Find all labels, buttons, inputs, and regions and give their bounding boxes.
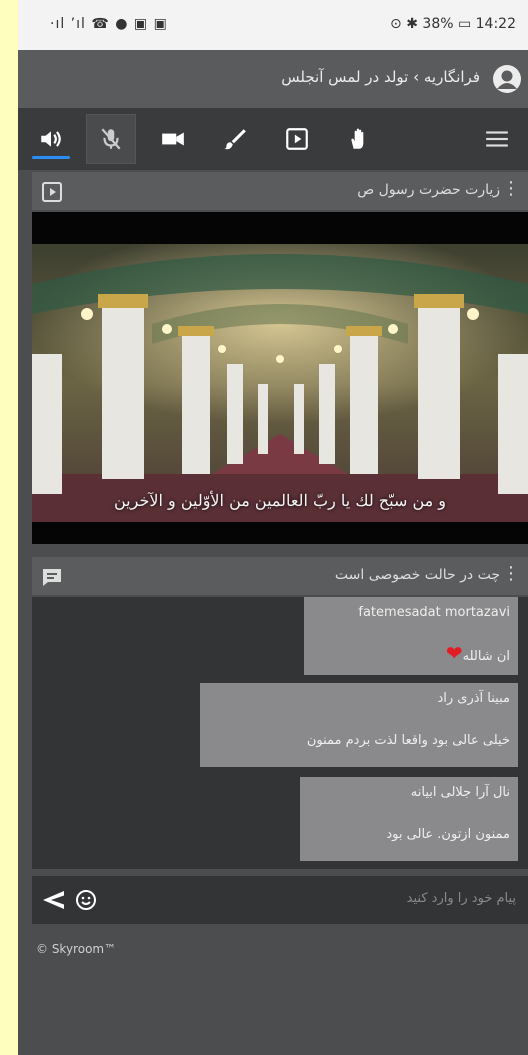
chat-messages[interactable]: fatemesadat mortazavi ان شالله❤ مبینا آذ… bbox=[32, 597, 528, 869]
message-text: ان شالله❤ bbox=[445, 641, 510, 665]
chat-message: نال آرا جلالی ابیانه ممنون ازتون. عالی ب… bbox=[300, 777, 518, 861]
phone-screen: ·ıl ’ıl ☎ ● ▣ ▣ ⊙ ✱ 38% ▭ 14:22 فرانگاری… bbox=[18, 0, 528, 1055]
camera-button[interactable] bbox=[148, 114, 198, 164]
message-sender: نال آرا جلالی ابیانه bbox=[410, 785, 510, 800]
media-panel-icon[interactable] bbox=[40, 180, 64, 204]
send-icon[interactable] bbox=[40, 888, 66, 912]
status-bar: ·ıl ’ıl ☎ ● ▣ ▣ ⊙ ✱ 38% ▭ 14:22 bbox=[18, 0, 528, 50]
emoji-icon[interactable] bbox=[74, 888, 98, 912]
video-panel-header: زیارت حضرت رسول ص ⋮ bbox=[32, 172, 528, 210]
video-player[interactable]: و من سبّح لك يا ربّ العالمين من الأوّلين… bbox=[32, 212, 528, 544]
more-vertical-icon[interactable]: ⋮ bbox=[502, 565, 520, 583]
video-panel-title: زیارت حضرت رسول ص bbox=[357, 182, 500, 198]
message-sender: مبینا آذری راد bbox=[437, 691, 511, 706]
battery-clock: ⊙ ✱ 38% ▭ 14:22 bbox=[390, 16, 516, 32]
mic-button[interactable] bbox=[86, 114, 136, 164]
chat-message: مبینا آذری راد خیلی عالی بود واقعا لذت ب… bbox=[200, 683, 518, 767]
camera-icon bbox=[162, 132, 184, 146]
message-input[interactable]: پیام خود را وارد کنید bbox=[407, 891, 516, 906]
media-button[interactable] bbox=[272, 114, 322, 164]
message-text: خیلی عالی بود واقعا لذت بردم ممنون bbox=[306, 733, 510, 748]
heart-emoji: ❤ bbox=[445, 641, 463, 665]
video-caption: و من سبّح لك يا ربّ العالمين من الأوّلين… bbox=[114, 491, 446, 510]
message-sender: fatemesadat mortazavi bbox=[358, 605, 510, 620]
mic-muted-icon bbox=[101, 128, 121, 150]
chat-compose-bar: پیام خود را وارد کنید bbox=[32, 876, 528, 924]
more-vertical-icon[interactable]: ⋮ bbox=[502, 180, 520, 198]
copyright-text: © Skyroom™ bbox=[36, 942, 117, 956]
chat-message: fatemesadat mortazavi ان شالله❤ bbox=[304, 597, 518, 675]
raise-hand-button[interactable] bbox=[334, 114, 384, 164]
user-circle-icon[interactable] bbox=[492, 64, 522, 94]
chat-panel-title: چت در حالت خصوصی است bbox=[334, 567, 500, 583]
breadcrumb[interactable]: فرانگاریه › تولد در لمس آنجلس bbox=[281, 68, 480, 86]
active-tab-indicator bbox=[32, 156, 70, 159]
menu-button[interactable] bbox=[472, 114, 522, 164]
app-header: فرانگاریه › تولد در لمس آنجلس bbox=[18, 50, 528, 108]
brush-button[interactable] bbox=[210, 114, 260, 164]
speaker-icon bbox=[41, 131, 61, 147]
message-text: ممنون ازتون. عالی بود bbox=[386, 827, 510, 842]
media-play-icon bbox=[286, 128, 308, 150]
raise-hand-icon bbox=[351, 128, 364, 149]
menu-icon bbox=[486, 131, 508, 147]
brush-icon bbox=[224, 129, 246, 150]
chat-icon[interactable] bbox=[40, 565, 64, 589]
mosque-video-frame: و من سبّح لك يا ربّ العالمين من الأوّلين… bbox=[32, 244, 528, 522]
chat-panel-header: چت در حالت خصوصی است ⋮ bbox=[32, 557, 528, 595]
toolbar bbox=[18, 108, 528, 170]
signal-indicators: ·ıl ’ıl ☎ ● ▣ ▣ bbox=[50, 16, 168, 32]
